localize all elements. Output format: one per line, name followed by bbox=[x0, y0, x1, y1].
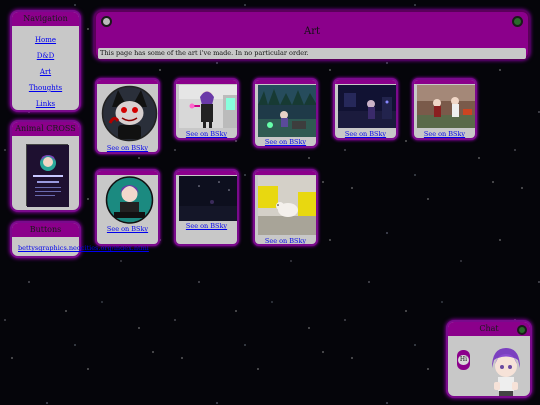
art-thumb-3[interactable] bbox=[258, 85, 316, 137]
art-card-5-link[interactable]: See on BSky bbox=[414, 130, 475, 138]
art-thumb-1[interactable] bbox=[100, 85, 158, 142]
art-card-1-link[interactable]: See on BSky bbox=[97, 144, 158, 152]
art-card-1: See on BSky bbox=[95, 78, 160, 154]
art-card-4: See on BSky bbox=[333, 78, 398, 140]
art-card-5: See on BSky bbox=[412, 78, 477, 140]
art-page-header: Art This page has some of the art i've m… bbox=[94, 10, 530, 60]
art-card-8: See on BSky bbox=[253, 169, 318, 246]
animal-crossing-title: Animal CROSS bbox=[12, 122, 79, 136]
chat-bubble: Hi bbox=[457, 350, 470, 370]
navigation-panel: Navigation Home D&D Art Thoughts Links bbox=[10, 10, 81, 112]
navigation-title: Navigation bbox=[12, 12, 79, 26]
art-thumb-5[interactable] bbox=[417, 85, 475, 128]
chat-circle-button[interactable] bbox=[517, 325, 527, 335]
art-card-6: See on BSky bbox=[95, 169, 160, 246]
buttons-panel: Buttons bettysgraphics.neocities.org/ind… bbox=[10, 221, 149, 258]
art-thumb-2[interactable] bbox=[179, 85, 237, 128]
art-thumb-4[interactable] bbox=[338, 85, 396, 128]
art-card-7: See on BSky bbox=[174, 169, 239, 246]
art-thumb-8[interactable] bbox=[258, 176, 316, 235]
chat-avatar bbox=[486, 346, 526, 396]
art-card-8-link[interactable]: See on BSky bbox=[255, 237, 316, 244]
page-title: Art bbox=[303, 26, 321, 37]
art-card-3: See on BSky bbox=[253, 78, 318, 148]
page-description: This page has some of the art i've made.… bbox=[98, 48, 526, 59]
nav-link-art[interactable]: Art bbox=[16, 68, 75, 76]
art-card-7-link[interactable]: See on BSky bbox=[176, 222, 237, 230]
art-card-2-link[interactable]: See on BSky bbox=[176, 130, 237, 138]
art-thumb-6[interactable] bbox=[100, 176, 158, 224]
art-card-3-link[interactable]: See on BSky bbox=[255, 138, 316, 146]
nav-link-home[interactable]: Home bbox=[16, 36, 75, 44]
nav-link-thoughts[interactable]: Thoughts bbox=[16, 84, 75, 92]
art-thumb-7[interactable] bbox=[179, 176, 237, 221]
art-card-4-link[interactable]: See on BSky bbox=[335, 130, 396, 138]
nav-link-links[interactable]: Links bbox=[16, 100, 75, 108]
animal-crossing-panel: Animal CROSS bbox=[10, 120, 81, 212]
chat-panel: Chat Hi bbox=[446, 320, 532, 398]
chat-bubble-text: Hi bbox=[458, 355, 469, 365]
art-card-6-link[interactable]: See on BSky bbox=[97, 225, 158, 233]
animal-crossing-card-image[interactable] bbox=[26, 144, 69, 207]
nav-link-dnd[interactable]: D&D bbox=[16, 52, 75, 60]
buttons-title: Buttons bbox=[12, 223, 79, 237]
art-card-2: See on BSky bbox=[174, 78, 239, 140]
